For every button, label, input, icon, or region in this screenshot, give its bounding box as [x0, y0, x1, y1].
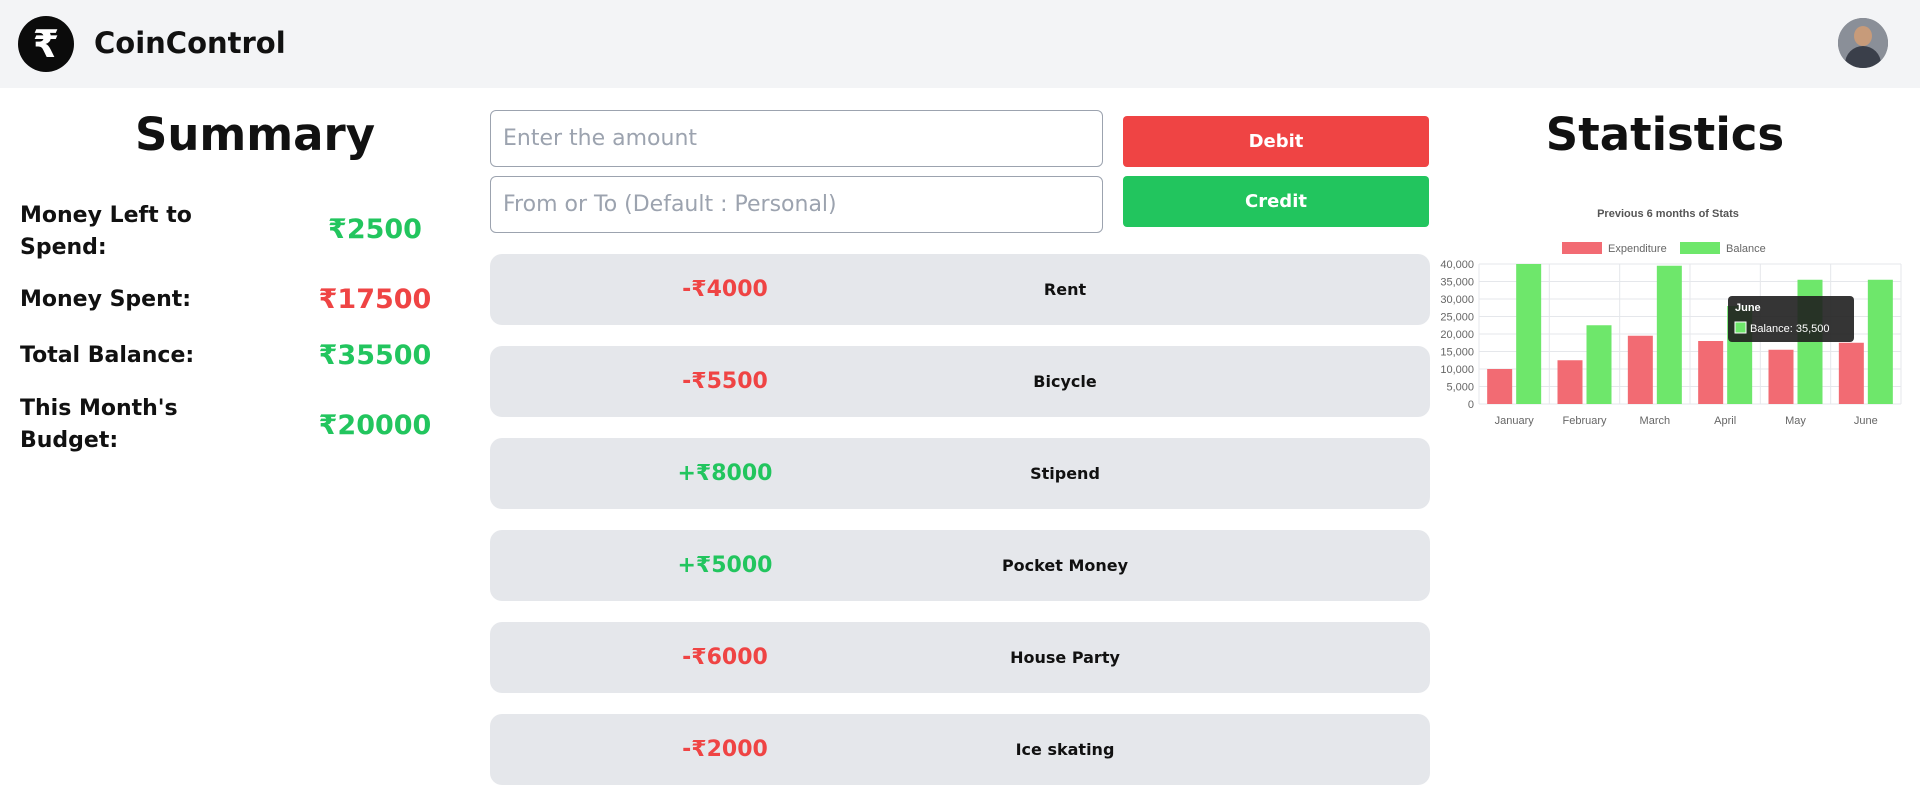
bar-expenditure — [1627, 335, 1653, 404]
bar-expenditure — [1768, 349, 1794, 404]
transaction-amount: +₹5000 — [677, 553, 773, 578]
tooltip-swatch — [1734, 321, 1747, 334]
total-balance-label: Total Balance: — [20, 343, 195, 368]
legend-swatch — [1680, 242, 1720, 254]
transaction-name: Ice skating — [1015, 740, 1115, 759]
party-input[interactable] — [490, 176, 1103, 233]
bar-expenditure — [1698, 341, 1724, 404]
x-tick-label: April — [1714, 415, 1736, 427]
bar-expenditure — [1487, 369, 1513, 404]
transaction-amount: +₹8000 — [677, 461, 773, 486]
legend-swatch — [1562, 242, 1602, 254]
bar-balance — [1516, 264, 1542, 404]
debit-button[interactable]: Debit — [1123, 116, 1429, 167]
credit-button[interactable]: Credit — [1123, 176, 1429, 227]
transaction-item[interactable]: -₹4000 Rent — [490, 254, 1430, 325]
legend-label: Expenditure — [1608, 243, 1667, 255]
transaction-name: Bicycle — [1033, 372, 1097, 391]
amount-input[interactable] — [490, 110, 1103, 167]
statistics-title: Statistics — [1545, 108, 1785, 161]
transaction-name: Pocket Money — [1001, 556, 1129, 575]
transaction-amount: -₹6000 — [682, 645, 768, 670]
summary-title: Summary — [134, 108, 376, 161]
y-tick-label: 35,000 — [1440, 277, 1474, 289]
transaction-item[interactable]: -₹5500 Bicycle — [490, 346, 1430, 417]
monthly-budget-value: ₹20000 — [318, 410, 432, 441]
x-tick-label: February — [1562, 415, 1607, 427]
y-tick-label: 0 — [1468, 399, 1474, 411]
transaction-name: House Party — [1010, 648, 1120, 667]
y-tick-label: 30,000 — [1440, 294, 1474, 306]
y-tick-label: 15,000 — [1440, 347, 1474, 359]
avatar-head — [1854, 26, 1872, 46]
y-tick-label: 40,000 — [1440, 259, 1474, 271]
x-tick-label: June — [1854, 415, 1878, 427]
money-left-value: ₹2500 — [328, 214, 422, 245]
x-tick-label: January — [1495, 415, 1535, 427]
y-tick-label: 25,000 — [1440, 312, 1474, 324]
transaction-amount: -₹4000 — [682, 277, 768, 302]
bar-expenditure — [1557, 360, 1583, 404]
chart-title: Previous 6 months of Stats — [1597, 208, 1739, 220]
transaction-amount: -₹2000 — [682, 737, 768, 762]
bar-balance — [1867, 279, 1893, 404]
x-tick-label: March — [1640, 415, 1671, 427]
transaction-item[interactable]: +₹8000 Stipend — [490, 438, 1430, 509]
bar-balance — [1656, 265, 1682, 404]
money-spent-label: Money Spent: — [20, 287, 192, 312]
y-tick-label: 20,000 — [1440, 329, 1474, 341]
transaction-amount: -₹5500 — [682, 369, 768, 394]
legend-label: Balance — [1726, 243, 1766, 255]
user-avatar[interactable] — [1838, 18, 1888, 68]
transaction-name: Stipend — [1030, 464, 1100, 483]
brand-name[interactable]: CoinControl — [94, 26, 286, 60]
tooltip-text: Balance: 35,500 — [1750, 323, 1830, 335]
bar-expenditure — [1838, 342, 1864, 404]
monthly-budget-label: This Month's Budget: — [20, 396, 178, 453]
stats-bar-chart[interactable]: Previous 6 months of Stats Expenditure Bal… — [1430, 200, 1910, 440]
transaction-item[interactable]: -₹2000 Ice skating — [490, 714, 1430, 785]
y-tick-label: 5,000 — [1446, 382, 1474, 394]
money-spent-value: ₹17500 — [318, 284, 432, 315]
total-balance-value: ₹35500 — [318, 340, 432, 371]
x-tick-label: May — [1785, 415, 1806, 427]
transaction-name: Rent — [1043, 280, 1087, 299]
bar-balance — [1586, 325, 1612, 404]
tooltip-title: June — [1735, 302, 1761, 314]
transaction-item[interactable]: -₹6000 House Party — [490, 622, 1430, 693]
y-tick-label: 10,000 — [1440, 364, 1474, 376]
money-left-label: Money Left to Spend: — [20, 203, 192, 260]
rupee-logo-icon[interactable]: ₹ — [18, 16, 74, 72]
navbar: ₹ CoinControl — [0, 0, 1920, 88]
transaction-item[interactable]: +₹5000 Pocket Money — [490, 530, 1430, 601]
